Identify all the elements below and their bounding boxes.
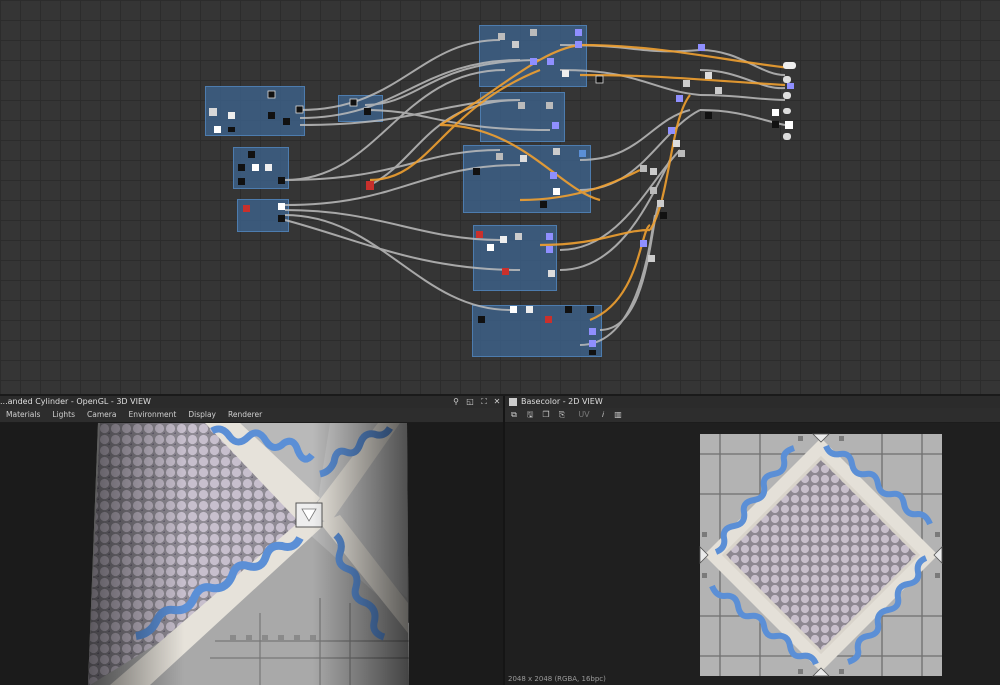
view3d-viewport[interactable]: [0, 423, 503, 685]
uv-toggle[interactable]: UV: [576, 410, 592, 420]
maximize-icon[interactable]: ⛶: [479, 397, 489, 407]
pin-icon[interactable]: ⚲: [451, 397, 461, 407]
view2d-titlebar: Basecolor - 2D VIEW: [505, 396, 1000, 408]
copy-icon[interactable]: ❐: [541, 410, 551, 420]
save-icon[interactable]: 🖫: [525, 410, 535, 420]
export-icon[interactable]: ⎘: [557, 410, 567, 420]
menu-camera[interactable]: Camera: [81, 408, 122, 422]
node-graph-canvas[interactable]: [0, 0, 1000, 394]
basecolor-texture: [699, 433, 943, 677]
info-icon[interactable]: 𝑖: [598, 410, 608, 420]
menu-lights[interactable]: Lights: [46, 408, 81, 422]
view3d-menubar: Materials Lights Camera Environment Display R…: [0, 408, 503, 423]
texture-resolution-status: 2048 x 2048 (RGBA, 16bpc): [508, 675, 606, 683]
menu-environment[interactable]: Environment: [122, 408, 182, 422]
graph-connections: [209, 29, 796, 355]
view3d-title: ...anded Cylinder - OpenGL - 3D VIEW: [0, 397, 151, 406]
view2d-icon: [509, 397, 517, 406]
menu-materials[interactable]: Materials: [0, 408, 46, 422]
view2d-title: Basecolor - 2D VIEW: [521, 397, 603, 406]
menu-display[interactable]: Display: [182, 408, 222, 422]
view3d-titlebar: ...anded Cylinder - OpenGL - 3D VIEW: [0, 396, 503, 408]
close-icon[interactable]: ✕: [492, 397, 502, 407]
view2d-viewport[interactable]: [505, 423, 1000, 685]
menu-renderer[interactable]: Renderer: [222, 408, 268, 422]
fit-view-icon[interactable]: ⧉: [509, 410, 519, 420]
cylinder-render: [0, 423, 503, 685]
histogram-icon[interactable]: ▥: [613, 410, 623, 420]
float-window-icon[interactable]: ◱: [465, 397, 475, 407]
